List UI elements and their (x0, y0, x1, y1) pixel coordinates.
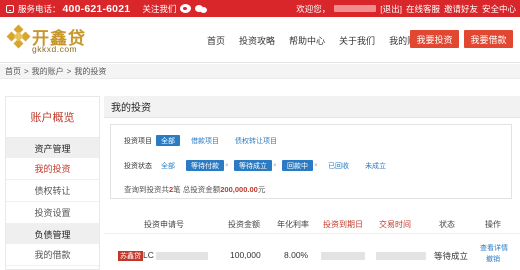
breadcrumb-my-account[interactable]: 我的账户 (32, 66, 64, 77)
main-nav: 首页 投资攻略 帮助中心 关于我们 我的账户 (207, 17, 439, 63)
remove-icon[interactable]: × (273, 163, 278, 169)
project-filter-row: 投资项目 全部 借款项目 债权转让项目 (111, 134, 288, 147)
summary-middle: 笔 总投资金额 (173, 185, 221, 194)
sidebar-title[interactable]: 账户概览 (6, 97, 99, 138)
wechat-icon[interactable] (195, 4, 208, 13)
username-redacted (334, 5, 377, 12)
sidebar-group-liabilities: 负债管理 (6, 224, 99, 244)
status-filter-awaiting-establishment[interactable]: 等待成立 (234, 160, 272, 171)
breadcrumb-separator: > (66, 66, 72, 76)
nav-about-us[interactable]: 关于我们 (339, 34, 375, 47)
top-bar: 服务电话： 400-621-6021 关注我们 欢迎您， [退出] 在线客服 邀… (0, 0, 520, 17)
summary-prefix: 查询到投资共 (124, 185, 169, 194)
logo-mark-icon (6, 24, 31, 49)
borrow-button[interactable]: 我要借款 (464, 30, 513, 48)
security-center-link[interactable]: 安全中心 (482, 3, 516, 15)
account-sidebar: 账户概览 资产管理 我的投资 债权转让 投资设置 负债管理 我的借款 (5, 96, 100, 270)
breadcrumb-home[interactable]: 首页 (5, 66, 21, 77)
sidebar-item-my-investments[interactable]: 我的投资 (6, 158, 99, 180)
nav-home[interactable]: 首页 (207, 34, 225, 47)
site-header: 开鑫贷 gkkxd.com 首页 投资攻略 帮助中心 关于我们 我的账户 我要投… (0, 17, 520, 63)
user-links: 欢迎您， [退出] 在线客服 邀请好友 安全中心 (292, 0, 516, 17)
cancel-link[interactable]: 撤销 (486, 254, 500, 264)
invest-amount: 100,000 (230, 250, 261, 260)
logo-domain: gkkxd.com (32, 44, 78, 54)
col-application-no: 投资申请号 (144, 220, 184, 229)
service-phone-number: 400-621-6021 (62, 2, 131, 15)
sidebar-item-invest-settings[interactable]: 投资设置 (6, 202, 99, 224)
project-filter-transfer[interactable]: 债权转让项目 (230, 135, 282, 146)
col-amount: 投资金额 (228, 220, 260, 229)
invest-button[interactable]: 我要投资 (410, 30, 459, 48)
breadcrumb-current: 我的投资 (74, 66, 107, 76)
status-filter-repaying[interactable]: 回款中 (282, 160, 313, 171)
table-row: 苏鑫贷 LC 100,000 8.00% 等待成立 查看详情 撤销 (104, 236, 520, 270)
breadcrumb-separator: > (24, 66, 29, 76)
col-maturity-date[interactable]: 投资到期日 (323, 219, 363, 230)
status-filter-awaiting-payment[interactable]: 等待付款 (186, 160, 224, 171)
col-trade-time[interactable]: 交易时间 (379, 219, 411, 230)
sidebar-item-debt-transfer[interactable]: 债权转让 (6, 180, 99, 202)
application-id-prefix: LC (143, 250, 154, 260)
logout-link[interactable]: [退出] (380, 3, 402, 15)
investment-summary: 查询到投资共2笔 总投资金额200,000.00元 (124, 184, 265, 195)
remove-icon[interactable]: × (225, 163, 230, 169)
online-service-link[interactable]: 在线客服 (406, 3, 440, 15)
project-filter-loan[interactable]: 借款项目 (186, 135, 224, 146)
sidebar-item-my-loans[interactable]: 我的借款 (6, 244, 99, 266)
annual-rate: 8.00% (284, 250, 309, 260)
status-filter-not-established[interactable]: 未成立 (360, 160, 391, 171)
col-rate: 年化利率 (277, 220, 309, 229)
follow-us-label: 关注我们 (142, 3, 177, 14)
breadcrumb: 首页 > 我的账户 > 我的投资 (0, 64, 520, 79)
row-status: 等待成立 (434, 251, 469, 261)
filter-box: 投资项目 全部 借款项目 债权转让项目 投资状态 全部 等待付款 × 等待成立 … (110, 124, 512, 199)
application-id-redacted (156, 252, 208, 260)
product-badge: 苏鑫贷 (118, 251, 143, 261)
sidebar-group-assets: 资产管理 (6, 138, 99, 158)
project-filter-label: 投资项目 (124, 137, 152, 145)
greeting: 欢迎您， (296, 3, 331, 14)
invite-friends-link[interactable]: 邀请好友 (444, 3, 478, 15)
summary-amount: 200,000.00 (220, 185, 258, 194)
summary-suffix: 元 (257, 185, 266, 194)
view-details-link[interactable]: 查看详情 (480, 243, 508, 253)
table-header: 投资申请号 投资金额 年化利率 投资到期日 交易时间 状态 操作 (104, 214, 520, 234)
status-filter-row: 投资状态 全部 等待付款 × 等待成立 × 回款中 × 已回收 未成立 (111, 159, 397, 172)
site-logo[interactable]: 开鑫贷 gkkxd.com (6, 24, 98, 56)
main-panel: 我的投资 投资项目 全部 借款项目 债权转让项目 投资状态 全部 等待付款 × … (104, 96, 520, 270)
col-actions: 操作 (485, 220, 501, 229)
service-phone-label: 服务电话： (18, 3, 61, 14)
col-status: 状态 (439, 220, 455, 229)
remove-icon[interactable]: × (314, 163, 319, 169)
phone-icon (6, 4, 14, 13)
status-filter-recovered[interactable]: 已回收 (323, 160, 354, 171)
weibo-icon[interactable] (180, 4, 192, 13)
maturity-date-redacted (321, 252, 365, 260)
nav-help-center[interactable]: 帮助中心 (289, 34, 325, 47)
nav-invest-guide[interactable]: 投资攻略 (239, 34, 275, 47)
status-filter-label: 投资状态 (124, 162, 152, 170)
trade-time-redacted (376, 252, 426, 260)
page-title: 我的投资 (104, 96, 520, 118)
project-filter-all[interactable]: 全部 (156, 135, 180, 146)
status-filter-all[interactable]: 全部 (156, 160, 180, 171)
